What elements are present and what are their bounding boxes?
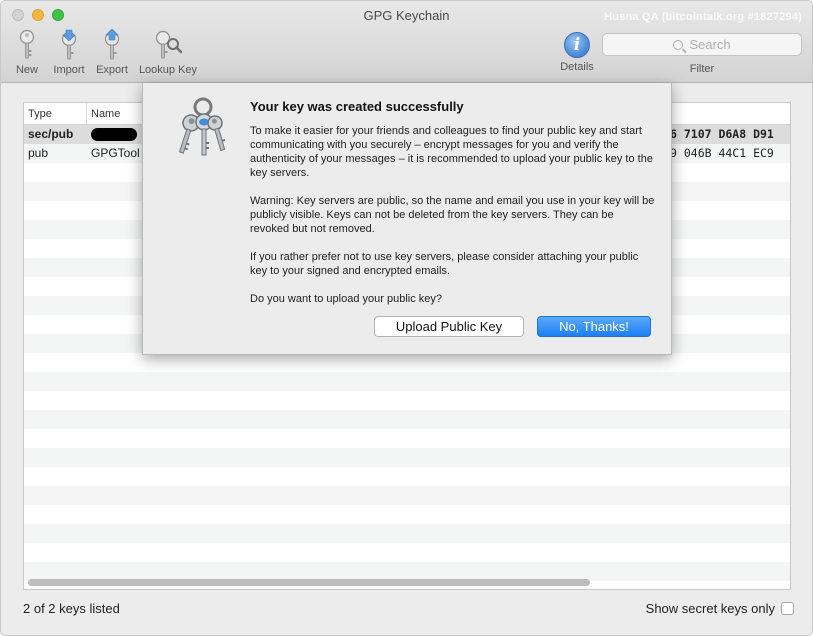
key-new-icon: [19, 29, 35, 59]
horizontal-scrollbar[interactable]: [28, 579, 590, 586]
empty-row: [24, 372, 790, 391]
dialog-paragraph: Do you want to upload your public key?: [250, 293, 443, 305]
key-lookup-icon: [155, 30, 183, 59]
show-secret-keys-label: Show secret keys only: [645, 601, 775, 616]
dialog-paragraph: Warning: Key servers are public, so the …: [250, 195, 655, 235]
keys-listed-status: 2 of 2 keys listed: [23, 601, 120, 616]
dialog-message: To make it easier for your friends and c…: [250, 124, 655, 320]
lookup-key-label: Lookup Key: [138, 64, 198, 76]
export-button[interactable]: Export: [93, 29, 131, 76]
row-fingerprint: 9 046B 44C1 EC9: [670, 146, 774, 160]
empty-row: [24, 524, 790, 543]
show-secret-keys-checkbox[interactable]: [781, 602, 794, 615]
import-button[interactable]: Import: [49, 29, 89, 76]
watermark-text: Husna QA (bitcointalk.org #1827294): [604, 11, 802, 23]
dialog-paragraph: If you rather prefer not to use key serv…: [250, 251, 639, 277]
lookup-key-button[interactable]: Lookup Key: [135, 29, 201, 76]
show-secret-keys-option[interactable]: Show secret keys only: [646, 601, 794, 616]
empty-row: [24, 505, 790, 524]
key-created-dialog: Your key was created successfully To mak…: [142, 83, 672, 355]
magnifier-icon: [673, 40, 684, 50]
dialog-title: Your key was created successfully: [250, 99, 464, 114]
new-key-button[interactable]: New: [9, 29, 45, 76]
column-header-type[interactable]: Type: [24, 103, 87, 124]
empty-row: [24, 429, 790, 448]
empty-row: [24, 486, 790, 505]
filter-label: Filter: [689, 63, 715, 75]
details-label: Details: [560, 61, 594, 73]
empty-row: [24, 448, 790, 467]
export-label: Export: [96, 64, 128, 76]
keychain-keys-icon: [178, 97, 225, 156]
empty-row: [24, 543, 790, 562]
app-window: GPG Keychain Husna QA (bitcointalk.org #…: [0, 0, 813, 636]
toolbar: GPG Keychain Husna QA (bitcointalk.org #…: [1, 1, 812, 83]
empty-row: [24, 353, 790, 372]
upload-public-key-button[interactable]: Upload Public Key: [374, 316, 524, 337]
redacted-name: [91, 128, 137, 141]
no-thanks-button[interactable]: No, Thanks!: [537, 316, 651, 337]
import-label: Import: [53, 64, 85, 76]
row-fingerprint: 6 7107 D6A8 D91: [670, 127, 774, 141]
empty-row: [24, 467, 790, 486]
row-name: GPGTool: [91, 146, 140, 160]
search-input[interactable]: Search: [602, 33, 802, 56]
row-type: pub: [28, 146, 49, 160]
empty-row: [24, 391, 790, 410]
new-key-label: New: [15, 64, 38, 76]
key-import-icon: [61, 29, 77, 60]
key-export-icon: [104, 29, 120, 60]
dialog-paragraph: To make it easier for your friends and c…: [250, 125, 653, 179]
details-button[interactable]: i Details: [553, 29, 601, 73]
empty-row: [24, 410, 790, 429]
search-placeholder: Search: [689, 37, 731, 52]
row-type: sec/pub: [28, 127, 74, 141]
info-icon: i: [564, 32, 590, 58]
